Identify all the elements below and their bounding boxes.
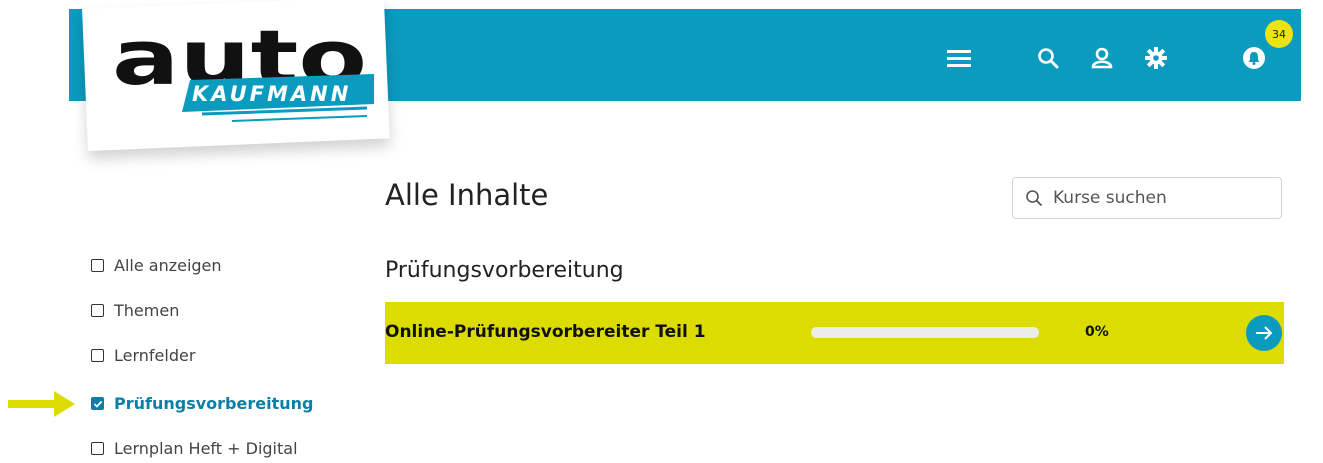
filter-themen[interactable]: Themen [91,301,179,320]
search-icon [1026,190,1042,206]
open-course-button[interactable] [1246,315,1282,351]
filter-lernplan-heft-digital[interactable]: Lernplan Heft + Digital [91,439,298,458]
course-progress-label: 0% [1085,324,1109,340]
course-search-box[interactable] [1012,177,1282,219]
checkbox[interactable] [91,442,104,455]
checkbox[interactable] [91,349,104,362]
filter-pruefungsvorbereitung[interactable]: Prüfungsvorbereitung [91,394,313,413]
filter-alle-anzeigen[interactable]: Alle anzeigen [91,256,222,275]
filter-label: Alle anzeigen [114,256,222,275]
notifications-bell-icon[interactable] [1236,40,1272,76]
arrow-right-icon [1256,326,1273,340]
pointer-arrow-icon [8,391,75,417]
checkbox[interactable] [91,304,104,317]
checkbox-checked[interactable] [91,397,104,410]
search-input[interactable] [1051,187,1265,209]
checkmark-icon [93,400,102,408]
section-title: Prüfungsvorbereitung [385,258,624,283]
filter-lernfelder[interactable]: Lernfelder [91,346,195,365]
filter-label: Lernfelder [114,346,196,365]
course-progress-bar [811,327,1039,338]
course-title[interactable]: Online-Prüfungsvorbereiter Teil 1 [385,322,706,342]
filter-label: Themen [114,301,180,320]
search-icon[interactable] [1030,40,1066,76]
brand-logo[interactable]: auto KAUFMANN [112,22,374,132]
menu-icon[interactable] [941,40,977,76]
course-row[interactable]: Online-Prüfungsvorbereiter Teil 1 0% [385,302,1284,364]
logo-sub: KAUFMANN [192,82,351,106]
gear-icon[interactable] [1138,40,1174,76]
checkbox[interactable] [91,259,104,272]
user-icon[interactable] [1084,40,1120,76]
page-title: Alle Inhalte [385,178,549,212]
filter-label: Prüfungsvorbereitung [114,394,314,413]
notification-count-badge: 34 [1265,20,1293,48]
filter-label: Lernplan Heft + Digital [114,439,298,458]
